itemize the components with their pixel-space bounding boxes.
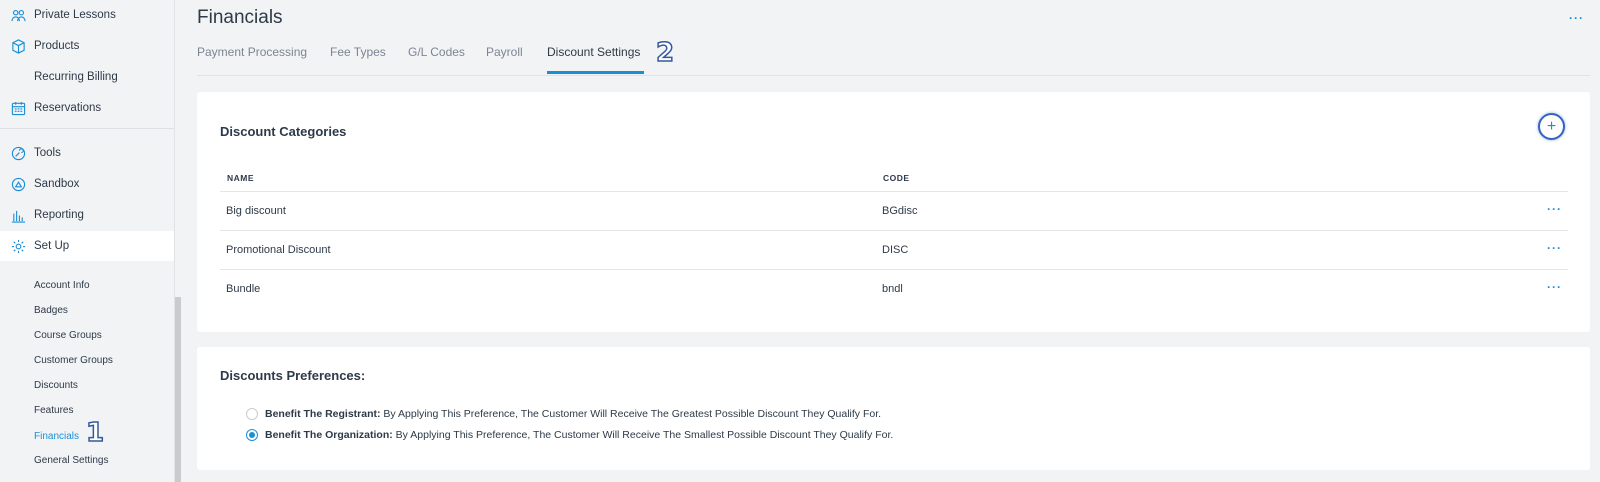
row-code: DISC <box>882 244 909 256</box>
tab-bar: Payment Processing Fee Types G/L Codes P… <box>197 40 1590 76</box>
active-tab-indicator <box>547 71 644 74</box>
step-annotation-1: 1 <box>85 418 105 448</box>
plus-icon: + <box>1546 117 1557 135</box>
discount-preferences-title: Discounts Preferences: <box>220 368 366 383</box>
column-header-name: NAME <box>227 173 255 183</box>
sidebar-item-label: Sandbox <box>34 178 80 190</box>
table-divider <box>220 230 1568 231</box>
sidebar-item-label: Products <box>34 40 80 52</box>
pref-benefit-registrant-label[interactable]: Benefit The Registrant: By Applying This… <box>265 408 881 420</box>
row-code: bndl <box>882 283 903 295</box>
tab-discount-settings[interactable]: Discount Settings <box>547 45 640 59</box>
pref-option-text: By Applying This Preference, The Custome… <box>392 429 894 441</box>
tab-fee-types[interactable]: Fee Types <box>330 45 386 59</box>
sidebar-item-label: Tools <box>34 147 61 159</box>
row-more-button[interactable]: ··· <box>1547 280 1562 294</box>
calendar-icon <box>10 100 26 116</box>
row-name: Big discount <box>226 205 286 217</box>
row-name: Bundle <box>226 283 261 295</box>
people-icon <box>10 7 26 23</box>
page-more-button[interactable]: ··· <box>1569 11 1584 25</box>
row-name: Promotional Discount <box>226 244 331 256</box>
sidebar-item-tools[interactable]: Tools <box>0 138 175 168</box>
setup-item-customer-groups[interactable]: Customer Groups <box>34 355 113 366</box>
table-divider <box>220 269 1568 270</box>
sidebar-item-private-lessons[interactable]: Private Lessons <box>0 0 175 30</box>
add-discount-category-button[interactable]: + <box>1538 113 1565 140</box>
box-icon <box>10 38 26 54</box>
setup-item-features[interactable]: Features <box>34 405 73 416</box>
tab-gl-codes[interactable]: G/L Codes <box>408 45 465 59</box>
setup-item-general-settings[interactable]: General Settings <box>34 455 109 466</box>
pref-option-text: By Applying This Preference, The Custome… <box>380 408 882 420</box>
radio-benefit-organization[interactable] <box>246 429 258 441</box>
bar-chart-icon <box>10 207 26 223</box>
tools-icon <box>10 145 26 161</box>
sidebar-item-label: Set Up <box>34 240 70 252</box>
pref-benefit-organization-label[interactable]: Benefit The Organization: By Applying Th… <box>265 429 893 441</box>
sidebar-item-reporting[interactable]: Reporting <box>0 200 175 230</box>
pref-option-title: Benefit The Registrant: <box>265 408 381 420</box>
tab-payroll[interactable]: Payroll <box>486 45 523 59</box>
row-more-button[interactable]: ··· <box>1547 202 1562 216</box>
row-more-button[interactable]: ··· <box>1547 241 1562 255</box>
radio-benefit-registrant[interactable] <box>246 408 258 420</box>
sidebar-item-set-up[interactable]: Set Up <box>0 231 175 261</box>
setup-item-account-info[interactable]: Account Info <box>34 280 90 291</box>
sidebar-item-label: Reservations <box>34 102 102 114</box>
step-annotation-2: 2 <box>655 38 675 68</box>
sidebar-item-reservations[interactable]: Reservations <box>0 93 175 123</box>
page-title: Financials <box>197 7 283 28</box>
sidebar-scrollbar[interactable] <box>175 297 181 482</box>
sidebar-item-label: Private Lessons <box>34 9 116 21</box>
column-header-code: CODE <box>883 173 910 183</box>
sidebar-item-recurring-billing[interactable]: Recurring Billing <box>0 62 175 92</box>
setup-item-discounts[interactable]: Discounts <box>34 380 78 391</box>
sandbox-icon <box>10 176 26 192</box>
sidebar: Private Lessons Products Recurring Billi… <box>0 0 175 482</box>
setup-item-badges[interactable]: Badges <box>34 305 68 316</box>
discount-categories-title: Discount Categories <box>220 124 347 139</box>
table-divider <box>220 191 1568 192</box>
sidebar-item-label: Reporting <box>34 209 84 221</box>
sidebar-divider <box>0 128 175 129</box>
sidebar-item-label: Recurring Billing <box>34 71 118 83</box>
row-code: BGdisc <box>882 205 918 217</box>
sidebar-item-products[interactable]: Products <box>0 31 175 61</box>
gear-icon <box>10 238 26 254</box>
setup-item-financials[interactable]: Financials <box>34 431 79 442</box>
tab-payment-processing[interactable]: Payment Processing <box>197 45 307 59</box>
pref-option-title: Benefit The Organization: <box>265 429 393 441</box>
sidebar-item-sandbox[interactable]: Sandbox <box>0 169 175 199</box>
setup-item-course-groups[interactable]: Course Groups <box>34 330 102 341</box>
